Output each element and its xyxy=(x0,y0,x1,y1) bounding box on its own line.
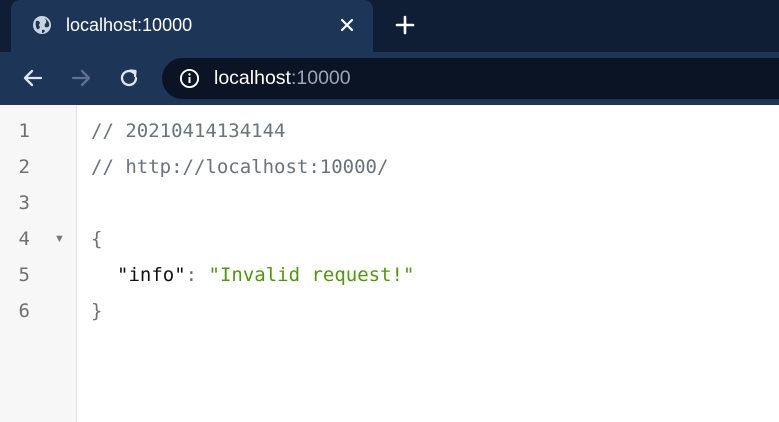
line-number: 3 xyxy=(18,192,30,214)
json-key: "info" xyxy=(117,264,186,286)
line-number: 4 xyxy=(18,228,30,250)
close-brace: } xyxy=(91,300,103,322)
line-number-gutter: 1 2 3 4 5 6 ▼ xyxy=(0,105,77,422)
line-number: 5 xyxy=(18,264,30,286)
comment-url: // http://localhost:10000/ xyxy=(91,156,389,178)
json-property-line: "info": "Invalid request!" xyxy=(117,263,414,287)
comment-timestamp: // 20210414134144 xyxy=(91,120,286,142)
close-icon[interactable] xyxy=(337,15,357,35)
url-host: localhost xyxy=(214,67,291,89)
reload-icon[interactable] xyxy=(116,65,142,91)
arrow-right-icon[interactable] xyxy=(68,65,94,91)
tab-active[interactable]: localhost:10000 xyxy=(11,0,373,52)
plus-icon[interactable] xyxy=(393,13,417,37)
line-number: 1 xyxy=(18,120,30,142)
tab-title: localhost:10000 xyxy=(66,15,193,35)
line-number: 2 xyxy=(18,156,30,178)
arrow-left-icon[interactable] xyxy=(20,65,46,91)
json-viewer: 1 2 3 4 5 6 ▼ // 20210414134144 // http:… xyxy=(0,105,779,422)
browser-window: localhost:10000 localhost:10000 1 2 3 4 … xyxy=(0,0,779,422)
tab-strip: localhost:10000 xyxy=(0,0,779,52)
info-icon[interactable] xyxy=(179,68,200,89)
url-text: localhost:10000 xyxy=(214,67,351,90)
line-number: 6 xyxy=(18,300,30,322)
json-string-value: "Invalid request!" xyxy=(208,264,415,286)
toolbar: localhost:10000 xyxy=(0,52,779,105)
open-brace: { xyxy=(91,228,103,250)
json-colon: : xyxy=(185,264,209,286)
fold-triangle-icon[interactable]: ▼ xyxy=(54,227,65,251)
globe-icon xyxy=(33,16,51,34)
url-port: :10000 xyxy=(290,67,351,89)
address-bar[interactable]: localhost:10000 xyxy=(162,58,779,99)
